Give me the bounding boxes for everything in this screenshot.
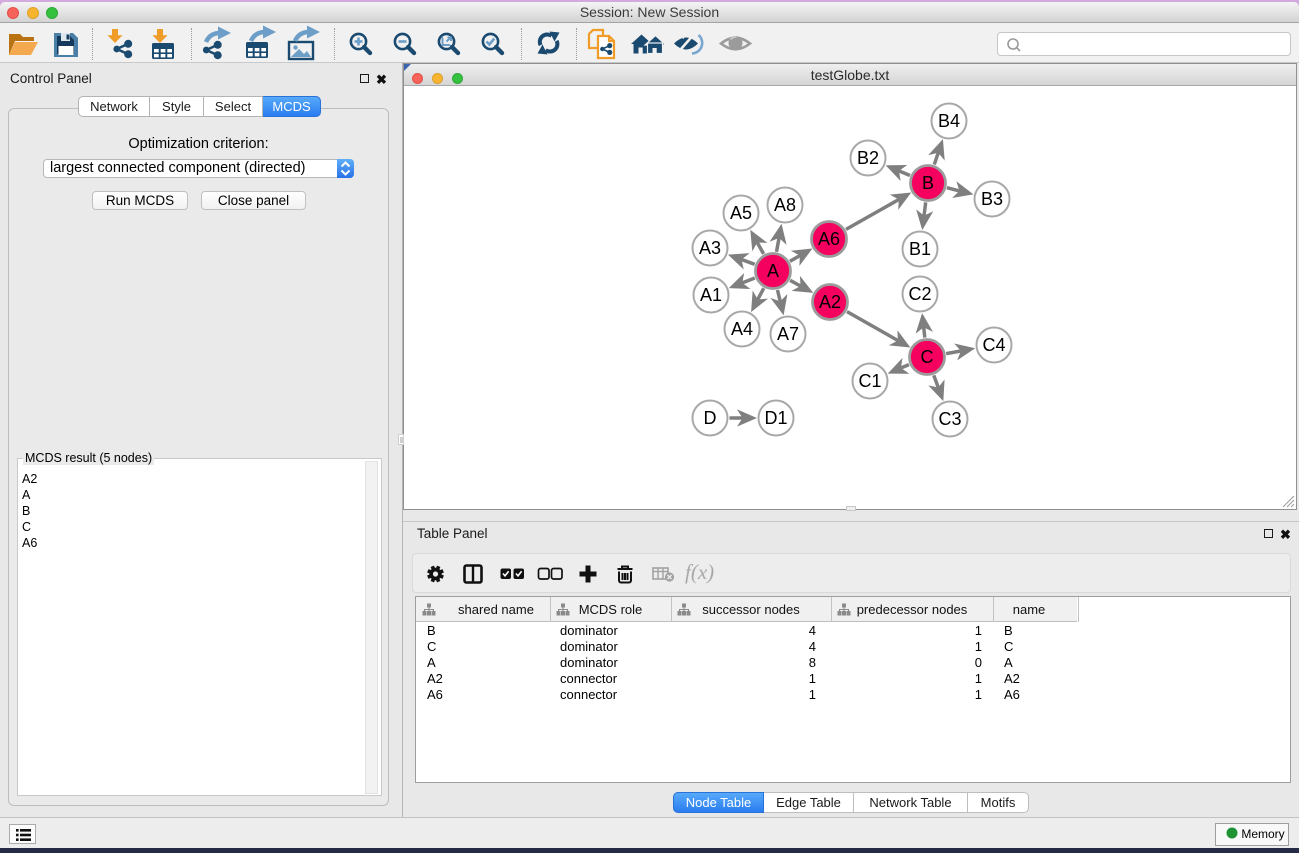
svg-text:C3: C3: [938, 409, 961, 429]
svg-text:A7: A7: [777, 324, 799, 344]
svg-text:A8: A8: [774, 195, 796, 215]
svg-text:B1: B1: [909, 239, 931, 259]
svg-text:C2: C2: [908, 284, 931, 304]
svg-text:C1: C1: [858, 371, 881, 391]
svg-text:C: C: [921, 347, 934, 367]
svg-text:A1: A1: [700, 285, 722, 305]
svg-text:A4: A4: [731, 319, 753, 339]
svg-text:D: D: [704, 408, 717, 428]
svg-text:A3: A3: [699, 238, 721, 258]
svg-text:A6: A6: [818, 229, 840, 249]
svg-text:B: B: [922, 173, 934, 193]
svg-text:A2: A2: [819, 292, 841, 312]
svg-text:B3: B3: [981, 189, 1003, 209]
svg-text:B2: B2: [857, 148, 879, 168]
svg-text:A: A: [767, 261, 779, 281]
svg-text:A5: A5: [730, 203, 752, 223]
svg-text:B4: B4: [938, 111, 960, 131]
svg-text:C4: C4: [982, 335, 1005, 355]
svg-text:D1: D1: [764, 408, 787, 428]
